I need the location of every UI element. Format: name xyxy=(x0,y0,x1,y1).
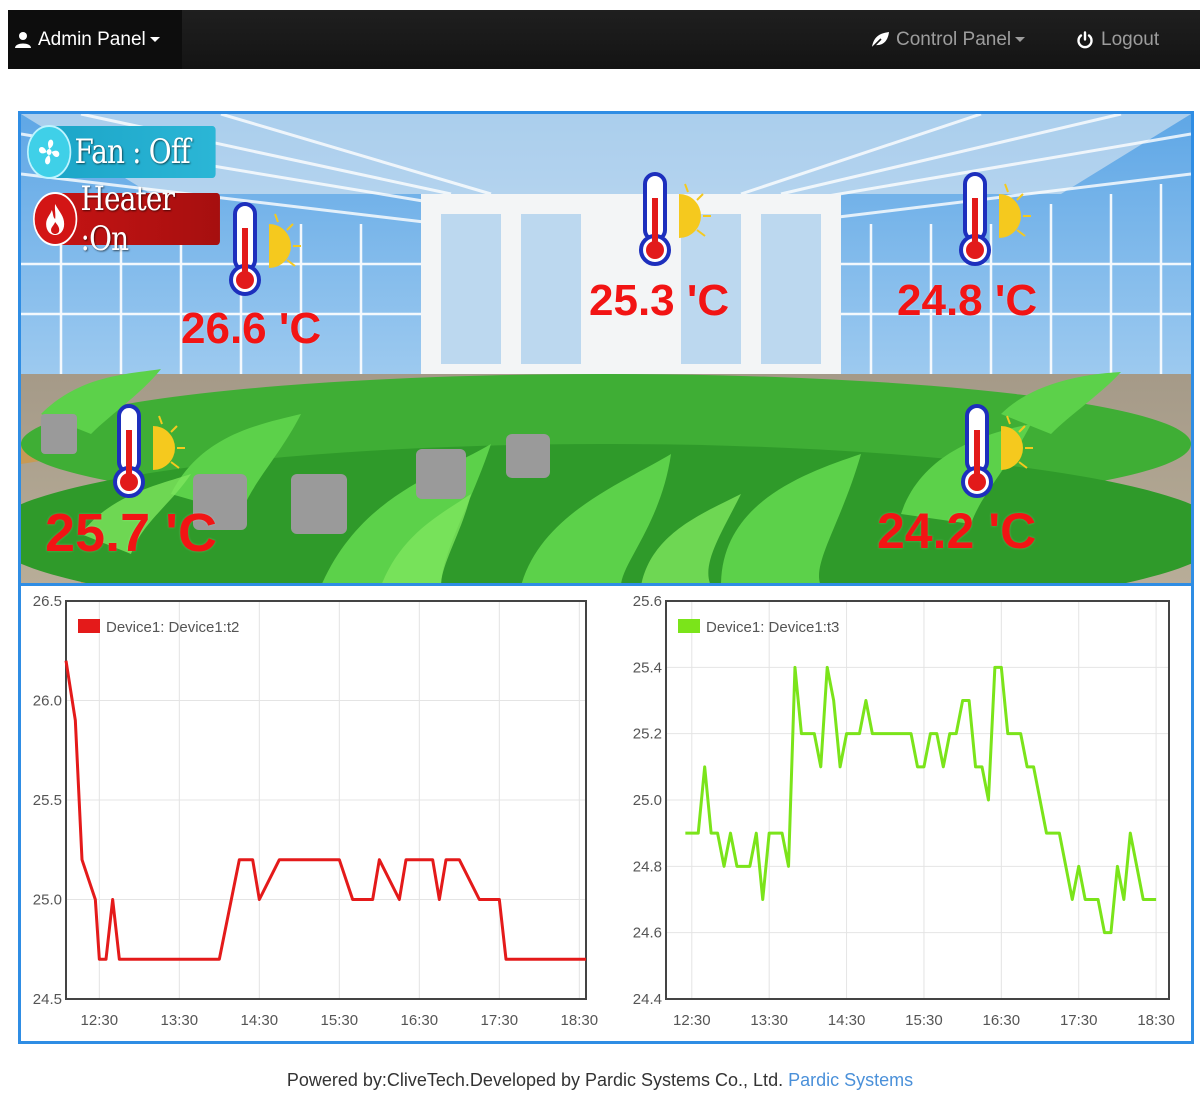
y-tick-label: 24.6 xyxy=(633,925,662,942)
charts-panel: 24.5 25.0 25.5 26.0 26.5 12:30 13:30 14:30 15:30… xyxy=(18,586,1194,1044)
thermometer-sun-icon xyxy=(961,404,1033,498)
x-tick-label: 17:30 xyxy=(481,1012,519,1029)
flame-icon xyxy=(33,192,78,246)
thermometer-sun-icon xyxy=(229,202,301,296)
y-tick-label: 24.4 xyxy=(633,991,662,1008)
x-tick-label: 15:30 xyxy=(321,1012,359,1029)
leaf-icon xyxy=(871,31,889,49)
sensor-2-temperature: 25.3 'C xyxy=(589,276,730,325)
power-icon xyxy=(1077,30,1093,48)
fan-status-badge: Fan : Off xyxy=(27,125,216,179)
chart-device1-t3: 24.4 24.6 24.8 25.0 25.2 25.4 25.6 12:30 13:30 14… xyxy=(633,593,1175,1029)
x-tick-label: 17:30 xyxy=(1060,1012,1098,1029)
y-tick-label: 25.0 xyxy=(33,892,62,909)
x-tick-label: 14:30 xyxy=(828,1012,866,1029)
chevron-down-icon xyxy=(1015,37,1026,42)
chevron-down-icon xyxy=(149,37,160,42)
sensor-3-temperature: 24.8 'C xyxy=(897,276,1038,325)
legend-label: Device1: Device1:t3 xyxy=(706,619,839,636)
temperature-sensor-1: 26.6 'C xyxy=(181,200,321,353)
x-tick-label: 16:30 xyxy=(983,1012,1021,1029)
user-icon xyxy=(15,31,31,48)
x-tick-label: 16:30 xyxy=(401,1012,439,1029)
admin-panel-label: Admin Panel xyxy=(38,28,146,50)
control-panel-dropdown[interactable]: Control Panel xyxy=(870,10,1026,69)
legend-label: Device1: Device1:t2 xyxy=(106,619,239,636)
x-tick-label: 15:30 xyxy=(905,1012,943,1029)
y-tick-label: 26.0 xyxy=(33,693,62,710)
temperature-sensor-2: 25.3 'C xyxy=(589,170,729,325)
y-tick-label: 25.5 xyxy=(33,792,62,809)
y-tick-label: 25.6 xyxy=(633,593,662,610)
y-tick-label: 25.2 xyxy=(633,726,662,743)
sensor-1-temperature: 26.6 'C xyxy=(181,304,322,353)
x-tick-label: 13:30 xyxy=(161,1012,199,1029)
thermometer-sun-icon xyxy=(113,404,185,498)
legend-swatch xyxy=(678,619,700,633)
admin-panel-dropdown[interactable]: Admin Panel xyxy=(8,10,182,69)
pardic-systems-link[interactable]: Pardic Systems xyxy=(788,1070,913,1090)
y-tick-label: 24.8 xyxy=(633,858,662,875)
control-panel-label: Control Panel xyxy=(896,28,1012,50)
legend-swatch xyxy=(78,619,100,633)
x-tick-label: 18:30 xyxy=(561,1012,599,1029)
heater-status-badge: Heater :On xyxy=(33,179,220,259)
fan-status-text: Fan : Off xyxy=(74,132,191,172)
logout-label: Logout xyxy=(1101,28,1160,50)
temperature-sensor-3: 24.8 'C xyxy=(897,170,1037,325)
thermometer-sun-icon xyxy=(639,172,711,266)
thermometer-sun-icon xyxy=(959,172,1031,266)
logout-button[interactable]: Logout xyxy=(1076,10,1159,69)
y-tick-label: 24.5 xyxy=(33,991,62,1008)
x-tick-label: 12:30 xyxy=(81,1012,119,1029)
footer: Powered by:CliveTech.Developed by Pardic… xyxy=(0,1070,1200,1091)
chart-device1-t2: 24.5 25.0 25.5 26.0 26.5 12:30 13:30 14:30 15:30… xyxy=(33,593,599,1029)
y-tick-label: 25.4 xyxy=(633,659,662,676)
x-tick-label: 13:30 xyxy=(750,1012,788,1029)
fan-icon xyxy=(27,125,72,179)
y-tick-label: 25.0 xyxy=(633,792,662,809)
x-tick-label: 12:30 xyxy=(673,1012,711,1029)
footer-text: Powered by:CliveTech.Developed by Pardic… xyxy=(286,1070,784,1090)
x-tick-label: 14:30 xyxy=(241,1012,279,1029)
sensor-4-temperature: 25.7 'C xyxy=(45,503,217,563)
temperature-sensor-4: 25.7 'C xyxy=(45,402,217,563)
greenhouse-scene: Fan : Off Heater :On 26.6 'C 25.3 'C 24.… xyxy=(18,111,1194,586)
temperature-sensor-5: 24.2 'C xyxy=(877,402,1036,559)
sensor-5-temperature: 24.2 'C xyxy=(877,503,1037,559)
top-navbar: Admin Panel Control Panel Logout xyxy=(8,10,1200,69)
y-tick-label: 26.5 xyxy=(33,593,62,610)
heater-status-text: Heater :On xyxy=(80,179,175,259)
series-line xyxy=(64,660,586,961)
x-tick-label: 18:30 xyxy=(1137,1012,1175,1029)
